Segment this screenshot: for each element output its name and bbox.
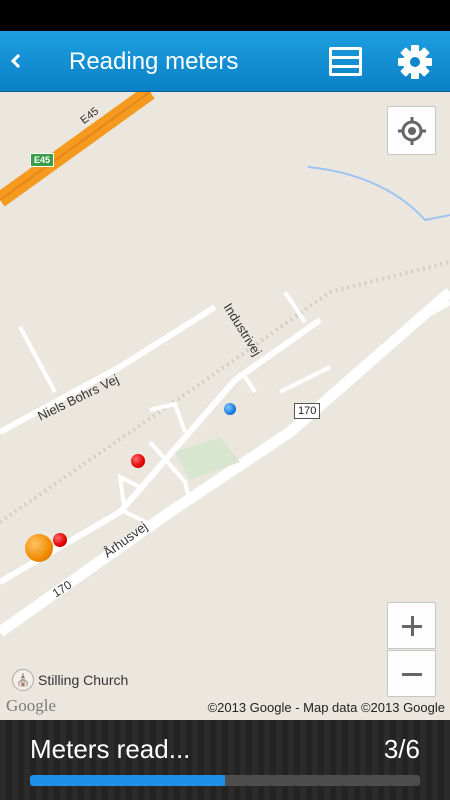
map-copyright: ©2013 Google - Map data ©2013 Google [207, 700, 445, 715]
church-icon: ⛪ [12, 669, 34, 691]
status-bar [0, 0, 450, 31]
zoom-out-button[interactable] [387, 650, 436, 697]
google-logo: Google [6, 696, 57, 715]
meter-marker[interactable] [131, 454, 145, 468]
action-bar: Reading meters [0, 31, 450, 92]
list-icon-line [329, 65, 362, 68]
map-view[interactable]: E45 E45 170 170 Niels Bohrs Vej Industri… [0, 92, 450, 720]
chevron-left-icon [10, 53, 26, 69]
list-view-button[interactable] [322, 39, 368, 85]
progress-bar [30, 775, 420, 786]
poi-label: Stilling Church [38, 672, 129, 688]
current-location-marker[interactable] [224, 403, 236, 415]
page-title: Reading meters [69, 48, 239, 75]
gear-icon [398, 45, 432, 79]
zoom-in-button[interactable] [387, 602, 436, 649]
progress-bar-fill [30, 775, 225, 786]
poi-stilling-church[interactable]: ⛪ Stilling Church [12, 668, 128, 692]
progress-footer: Meters read... 3/6 [0, 720, 450, 800]
progress-label: Meters read... [30, 734, 191, 764]
progress-count: 3/6 [383, 734, 420, 764]
crosshair-icon [398, 117, 426, 145]
list-icon-line [329, 56, 362, 59]
highway-shield: E45 [30, 153, 55, 167]
plus-icon-vertical [411, 616, 414, 636]
cluster-marker[interactable] [25, 534, 53, 562]
settings-button[interactable] [392, 39, 438, 85]
list-icon [329, 47, 362, 76]
minus-icon [402, 673, 422, 676]
meter-marker[interactable] [53, 533, 67, 547]
back-button[interactable] [0, 31, 36, 92]
route-shield-170: 170 [294, 403, 321, 419]
my-location-button[interactable] [387, 106, 436, 155]
